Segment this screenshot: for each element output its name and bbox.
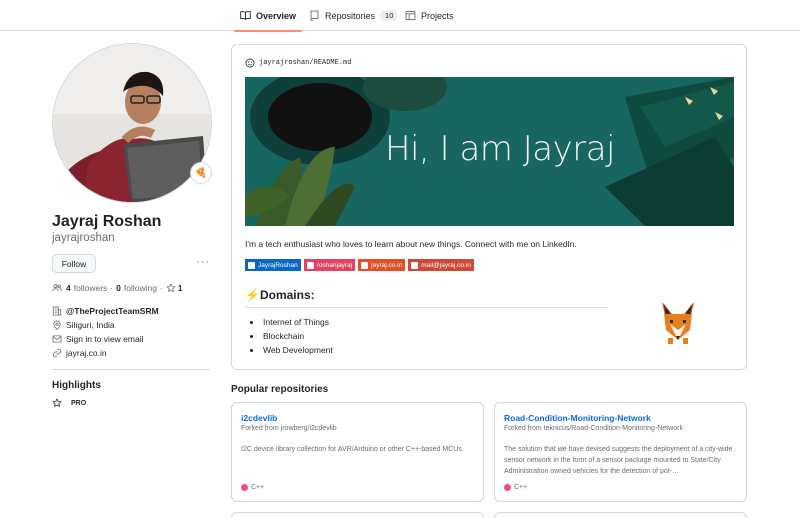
more-options-icon[interactable]: ··· <box>196 256 210 268</box>
tab-repositories-label: Repositories <box>325 10 376 21</box>
email-item: Sign in to view email <box>52 334 143 344</box>
domains-heading: ⚡Domains: <box>245 288 315 302</box>
pro-highlight: PRO <box>52 398 89 408</box>
popular-repositories-title: Popular repositories <box>231 384 329 395</box>
organization-link[interactable]: @TheProjectTeamSRM <box>66 306 159 316</box>
stars-link[interactable]: 1 <box>165 283 186 293</box>
repo-language-label: C++ <box>514 484 528 491</box>
location-text: Siliguri, India <box>66 320 115 330</box>
repo-language: C++ <box>504 484 527 491</box>
link-icon <box>52 348 62 358</box>
gmail-icon <box>411 261 419 269</box>
follow-stats: 4 followers · 0 following · 1 <box>52 283 186 293</box>
instagram-badge-label: roshanjayraj <box>316 261 353 269</box>
readme-path-user[interactable]: jayrajroshan <box>259 59 309 67</box>
followers-label: followers <box>73 283 108 293</box>
following-count: 0 <box>116 283 121 293</box>
website-badge[interactable]: jayraj.co.in <box>358 259 406 271</box>
instagram-icon <box>306 261 314 269</box>
avatar-photo <box>53 44 211 202</box>
repo-name-link[interactable]: i2cdevlib <box>241 413 277 423</box>
tab-projects[interactable]: Projects <box>405 0 454 31</box>
table-icon <box>405 10 416 21</box>
list-item: Internet of Things <box>250 315 333 329</box>
pro-badge: PRO <box>71 399 87 407</box>
star-icon <box>52 398 62 408</box>
mail-icon <box>52 335 62 343</box>
smiley-icon <box>245 58 255 68</box>
repo-language: C++ <box>241 484 264 491</box>
repo-fork-source: Forked from teknicus/Road-Condition-Moni… <box>504 425 683 432</box>
readme-path-file[interactable]: README.md <box>314 59 352 67</box>
repo-description: I2C device library collection for AVR/Ar… <box>241 446 462 453</box>
sidebar-divider <box>52 369 210 370</box>
repo-name-link[interactable]: Road-Condition-Monitoring-Network <box>504 413 651 423</box>
gmail-badge-label: mail@jayraj.co.in <box>421 261 471 269</box>
domains-list: Internet of Things Blockchain Web Develo… <box>250 315 333 357</box>
separator-dot: · <box>110 283 114 293</box>
domains-divider <box>245 307 608 308</box>
star-icon <box>165 283 176 293</box>
website-link[interactable]: jayraj.co.in <box>66 348 107 358</box>
highlights-title: Highlights <box>52 380 101 391</box>
tab-repositories[interactable]: Repositories 10 <box>309 0 399 31</box>
following-label: following <box>123 283 157 293</box>
social-badges: JayrajRoshan roshanjayraj jayraj.co.in m… <box>245 259 474 271</box>
organization-item: @TheProjectTeamSRM <box>52 306 159 316</box>
readme-banner: Hi, I am Jayraj <box>245 77 734 226</box>
language-color-dot <box>504 484 511 491</box>
tab-overview-label: Overview <box>256 10 297 21</box>
email-signin-link[interactable]: Sign in to view email <box>66 334 143 344</box>
website-item: jayraj.co.in <box>52 348 107 358</box>
readme-path: jayrajroshan / README.md <box>245 58 351 68</box>
tab-overview[interactable]: Overview <box>233 0 303 32</box>
profile-fullname: Jayraj Roshan <box>52 213 162 230</box>
linkedin-badge-label: JayrajRoshan <box>258 261 298 269</box>
linkedin-icon <box>248 261 255 269</box>
pinned-repo-card: Road-Condition-Monitoring-Network Forked… <box>494 402 747 502</box>
location-pin-icon <box>53 320 61 330</box>
fox-icon <box>662 302 694 344</box>
readme-bio: I'm a tech enthusiast who loves to learn… <box>245 239 577 249</box>
html5-icon <box>361 261 369 269</box>
instagram-badge[interactable]: roshanjayraj <box>303 259 356 271</box>
repo-fork-source: Forked from jrowberg/i2cdevlib <box>241 425 337 432</box>
pinned-repo-card: i2cdevlib Forked from jrowberg/i2cdevlib… <box>231 402 484 502</box>
people-icon <box>52 284 62 292</box>
language-color-dot <box>241 484 248 491</box>
location-item: Siliguri, India <box>52 320 115 330</box>
repo-icon <box>310 10 319 21</box>
stars-count: 1 <box>177 283 183 293</box>
profile-login: jayrajroshan <box>52 232 115 244</box>
pinned-repo-card-partial <box>494 512 747 518</box>
separator-dot: · <box>159 283 163 293</box>
book-icon <box>240 11 251 21</box>
following-link[interactable]: 0 following <box>116 283 157 293</box>
follow-button[interactable]: Follow <box>52 254 96 273</box>
pinned-repo-card-partial <box>231 512 484 518</box>
organization-icon <box>52 306 62 316</box>
linkedin-badge[interactable]: JayrajRoshan <box>245 259 301 271</box>
pizza-icon: 🍕 <box>194 167 208 179</box>
profile-tabs: Overview Repositories 10 Projects <box>0 0 800 32</box>
gmail-badge[interactable]: mail@jayraj.co.in <box>408 259 474 271</box>
repo-language-label: C++ <box>251 484 265 491</box>
avatar[interactable] <box>52 43 212 203</box>
repositories-counter: 10 <box>380 10 399 21</box>
followers-link[interactable]: 4 followers <box>66 283 107 293</box>
tab-projects-label: Projects <box>421 10 454 21</box>
status-emoji-button[interactable]: 🍕 <box>190 162 212 184</box>
repo-description: The solution that we have devised sugges… <box>504 446 733 475</box>
list-item: Web Development <box>250 343 333 357</box>
website-badge-label: jayraj.co.in <box>371 261 403 269</box>
followers-count: 4 <box>66 283 71 293</box>
list-item: Blockchain <box>250 329 333 343</box>
banner-greeting: Hi, I am Jayraj <box>385 129 615 169</box>
profile-readme: jayrajroshan / README.md Hi, I am Jayraj… <box>231 44 747 370</box>
